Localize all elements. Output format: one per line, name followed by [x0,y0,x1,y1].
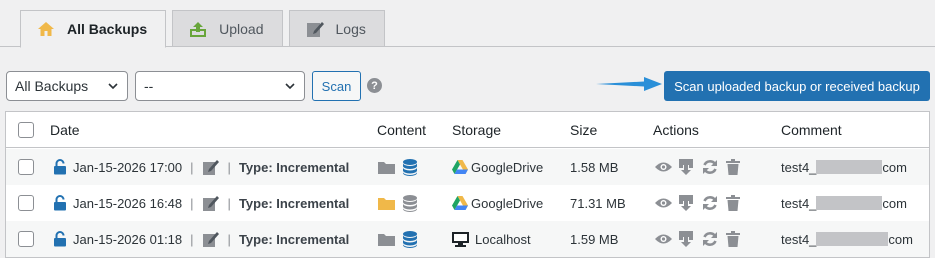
comment-suffix: com [882,159,907,175]
view-icon[interactable] [655,149,672,185]
filter-select[interactable]: -- [135,71,305,101]
redacted-text [816,196,883,210]
download-icon[interactable] [679,149,693,185]
tab-bar: All Backups Upload Logs [20,10,391,48]
backup-type-select-value: All Backups [15,78,89,94]
home-icon [37,20,55,38]
download-icon[interactable] [679,185,693,221]
header-storage: Storage [452,122,502,138]
database-icon[interactable] [403,221,417,257]
separator: | [190,195,194,211]
lock-icon[interactable] [53,149,67,185]
filter-select-value: -- [144,78,154,94]
tab-all-backups[interactable]: All Backups [20,10,167,48]
header-actions: Actions [653,122,699,138]
comment-prefix: test4_ [781,159,817,175]
google-drive-icon [452,185,468,221]
scan-button[interactable]: Scan [312,71,361,101]
redacted-text [816,232,889,246]
redacted-text [816,160,883,174]
backup-comment: test4_ com [781,149,907,185]
tab-label: Logs [335,20,366,37]
separator: | [190,159,194,175]
folder-icon[interactable] [378,221,395,257]
view-icon[interactable] [655,185,672,221]
edit-icon[interactable] [202,231,220,248]
separator: | [190,231,194,247]
backup-type-select[interactable]: All Backups [6,71,128,101]
scan-uploaded-backup-button[interactable]: Scan uploaded backup or received backup [664,71,930,101]
header-comment: Comment [781,122,842,138]
trash-icon[interactable] [726,149,740,185]
tab-logs[interactable]: Logs [288,10,385,47]
header-size: Size [570,122,598,138]
storage-name: GoogleDrive [471,159,544,175]
view-icon[interactable] [655,221,672,257]
edit-icon[interactable] [202,159,220,176]
header-date[interactable]: Date [50,112,80,148]
tab-upload[interactable]: Upload [172,10,283,47]
trash-icon[interactable] [726,221,740,257]
storage-name: Localhost [475,231,531,247]
backup-size: 1.59 MB [570,231,619,247]
tab-label: Upload [219,20,264,37]
folder-icon[interactable] [378,149,395,185]
tab-label: All Backups [67,21,148,37]
edit-icon[interactable] [202,195,220,212]
separator: | [227,195,231,211]
database-icon[interactable] [403,149,417,185]
lock-icon[interactable] [53,185,67,221]
restore-icon[interactable] [702,149,718,185]
comment-suffix: com [888,231,913,247]
arrow-pointer-icon [596,77,662,91]
comment-prefix: test4_ [781,195,817,211]
folder-icon[interactable] [378,185,395,221]
chevron-down-icon [108,83,118,90]
help-icon[interactable]: ? [367,78,382,93]
table-row: Jan-15-2026 01:18 | | Type: Incremental … [6,221,929,257]
table-row: Jan-15-2026 17:00 | | Type: Incremental … [6,149,929,185]
upload-icon [189,20,207,38]
download-icon[interactable] [679,221,693,257]
backup-comment: test4_ com [781,221,913,257]
backup-comment: test4_ com [781,185,907,221]
restore-icon[interactable] [702,221,718,257]
row-checkbox[interactable] [18,185,34,221]
monitor-icon [452,221,469,257]
row-checkbox[interactable] [18,149,34,185]
database-icon[interactable] [403,185,417,221]
backup-size: 1.58 MB [570,159,619,175]
row-checkbox[interactable] [18,221,34,257]
table-header: Date Content Storage Size Actions Commen… [6,112,929,148]
header-content: Content [377,122,427,138]
backup-type: Type: Incremental [238,195,350,211]
log-edit-icon [306,20,324,38]
backups-table: Date Content Storage Size Actions Commen… [5,111,930,258]
storage-name: GoogleDrive [471,195,544,211]
backup-size: 71.31 MB [570,195,626,211]
trash-icon[interactable] [726,185,740,221]
backup-type: Type: Incremental [238,231,350,247]
comment-suffix: com [882,195,907,211]
restore-icon[interactable] [702,185,718,221]
separator: | [227,159,231,175]
backup-date: Jan-15-2026 01:18 [73,231,183,247]
backup-type: Type: Incremental [238,159,350,175]
lock-icon[interactable] [53,221,67,257]
backup-date: Jan-15-2026 16:48 [73,195,183,211]
comment-prefix: test4_ [781,231,817,247]
table-row: Jan-15-2026 16:48 | | Type: Incremental … [6,185,929,221]
google-drive-icon [452,149,468,185]
select-all-checkbox[interactable] [18,112,34,148]
chevron-down-icon [285,83,295,90]
backup-date: Jan-15-2026 17:00 [73,159,183,175]
separator: | [227,231,231,247]
